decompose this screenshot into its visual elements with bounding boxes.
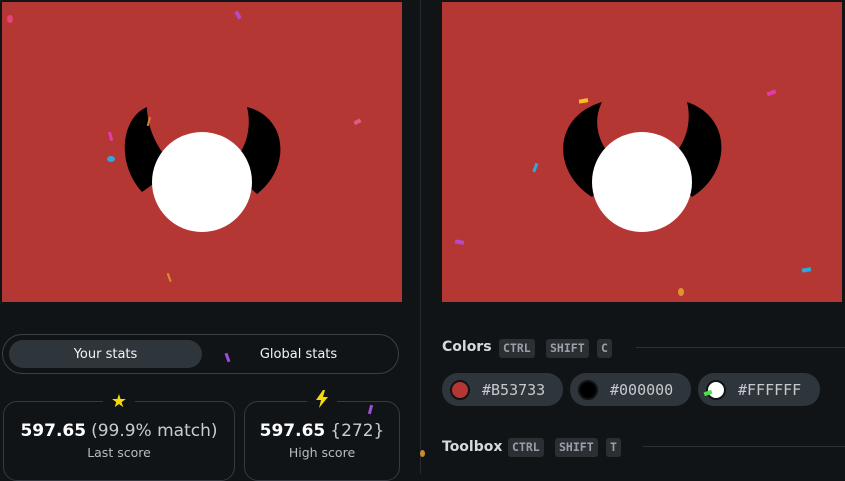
colors-shortcut-key: C	[597, 339, 612, 358]
toolbox-shortcut-key: T	[606, 438, 621, 457]
last-score-label: Last score	[87, 445, 151, 460]
color-hex: #FFFFFF	[738, 380, 802, 399]
color-dot	[578, 379, 598, 400]
colors-shortcut-shift: SHIFT	[546, 339, 589, 358]
tab-global-stats[interactable]: Global stats	[205, 340, 392, 368]
stats-tab-group: Your stats Global stats	[2, 334, 399, 374]
last-score-card: ★ 597.65 (99.9% match) Last score	[3, 390, 235, 481]
colors-divider	[636, 347, 845, 348]
high-score-value: 597.65	[259, 421, 326, 441]
toolbox-shortcut-ctrl: CTRL	[508, 438, 544, 457]
face-circle	[152, 132, 252, 232]
toolbox-title: Toolbox	[442, 439, 503, 455]
color-hex: #B53733	[482, 380, 546, 399]
last-score-detail: (99.9% match)	[91, 421, 218, 441]
confetti-piece	[420, 450, 425, 457]
toolbox-shortcut-shift: SHIFT	[555, 438, 598, 457]
color-swatch-red[interactable]: #B53733	[442, 373, 563, 406]
high-score-label: High score	[288, 445, 356, 460]
high-score-detail: {272}	[330, 421, 385, 441]
drawing-canvas[interactable]	[2, 2, 402, 302]
colors-shortcut-ctrl: CTRL	[499, 339, 535, 358]
color-swatch-white[interactable]: #FFFFFF	[698, 373, 820, 406]
star-icon: ★	[102, 390, 136, 414]
last-score-value: 597.65	[20, 421, 87, 441]
toolbox-divider	[643, 446, 845, 447]
high-score-card: 597.65 {272} High score	[244, 390, 400, 481]
lightning-icon	[307, 390, 337, 415]
colors-title: Colors	[442, 339, 492, 355]
color-hex: #000000	[610, 380, 674, 399]
panel-divider	[420, 0, 421, 474]
tab-your-stats[interactable]: Your stats	[9, 340, 202, 368]
target-image	[442, 2, 842, 302]
color-dot	[450, 379, 470, 400]
color-swatch-black[interactable]: #000000	[570, 373, 691, 406]
